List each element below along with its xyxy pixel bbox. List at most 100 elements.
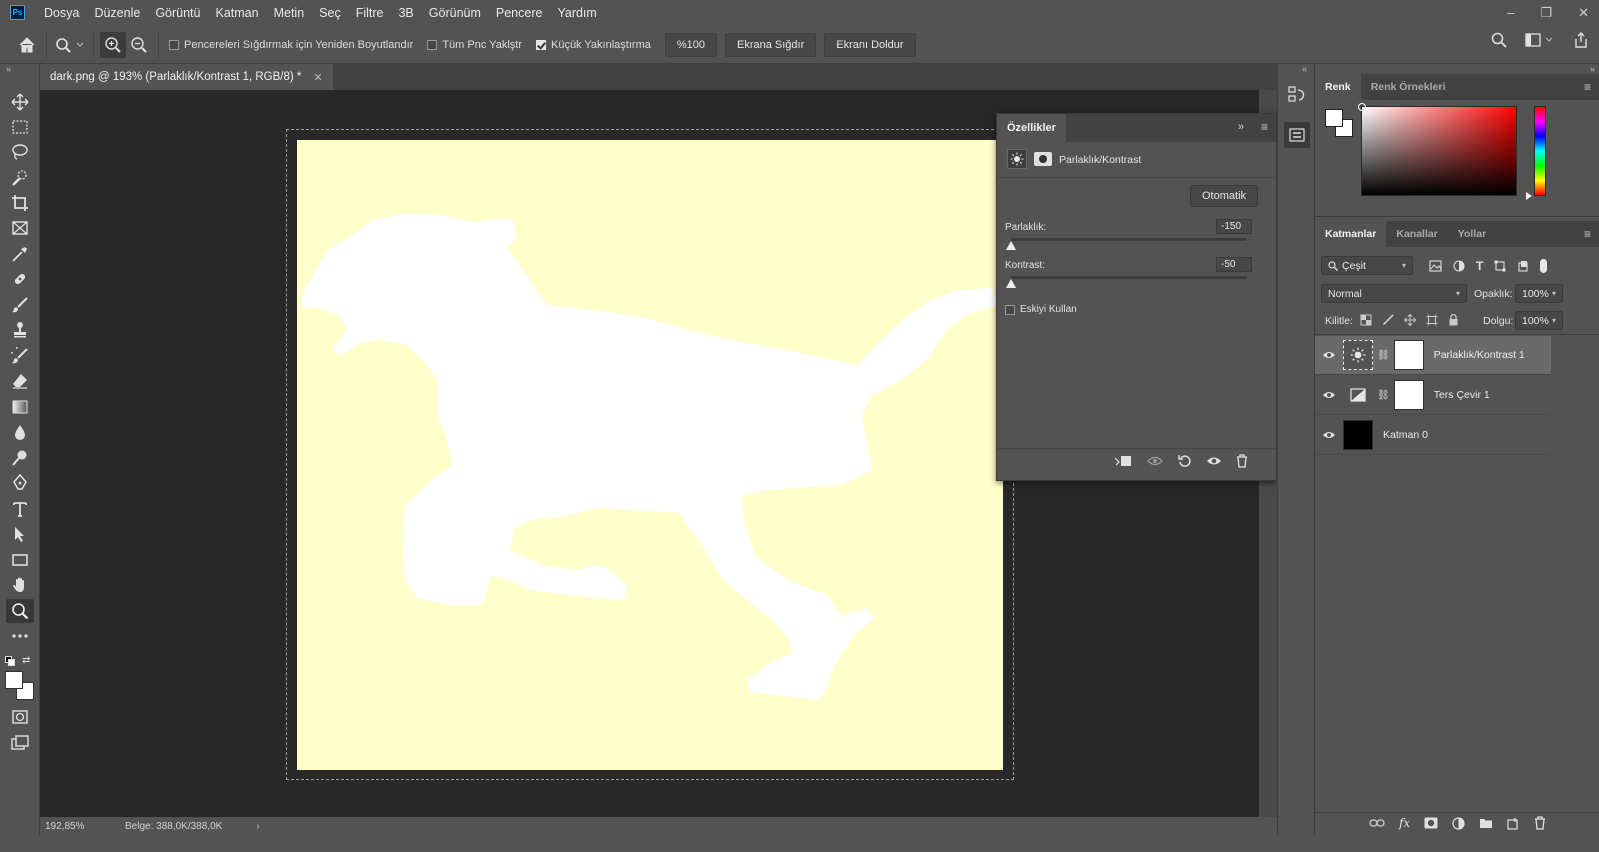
history-brush-tool-icon[interactable] bbox=[6, 344, 34, 368]
marquee-tool-icon[interactable] bbox=[6, 115, 34, 139]
hue-slider[interactable] bbox=[1534, 106, 1546, 196]
brightness-value-field[interactable]: -150 bbox=[1216, 219, 1252, 234]
frame-tool-icon[interactable] bbox=[6, 216, 34, 240]
eraser-tool-icon[interactable] bbox=[6, 369, 34, 393]
dodge-tool-icon[interactable] bbox=[6, 446, 34, 470]
tab-layers[interactable]: Katmanlar bbox=[1315, 221, 1387, 247]
eye-icon[interactable] bbox=[1315, 430, 1343, 440]
workspace-icon[interactable] bbox=[1525, 33, 1555, 47]
contrast-value-field[interactable]: -50 bbox=[1216, 257, 1252, 272]
checkbox-box[interactable] bbox=[427, 39, 438, 50]
smart-object-filter-icon[interactable] bbox=[1517, 260, 1529, 272]
layer-row-layer-0[interactable]: Katman 0 bbox=[1315, 416, 1551, 455]
restore-icon[interactable]: ❐ bbox=[1540, 5, 1552, 21]
lock-all-icon[interactable] bbox=[1448, 314, 1459, 326]
hue-slider-marker[interactable] bbox=[1526, 192, 1532, 200]
collapse-toolbar-icon[interactable]: » bbox=[6, 64, 11, 74]
layer-name[interactable]: Parlaklık/Kontrast 1 bbox=[1434, 349, 1525, 361]
rectangle-tool-icon[interactable] bbox=[6, 548, 34, 572]
tab-swatches[interactable]: Renk Örnekleri bbox=[1361, 74, 1456, 100]
color-panel-fg-swatch[interactable] bbox=[1325, 109, 1343, 127]
chain-link-icon[interactable]: ⛓ bbox=[1377, 390, 1390, 401]
lock-image-pixels-icon[interactable] bbox=[1382, 314, 1394, 326]
menu-view[interactable]: Görünüm bbox=[429, 6, 481, 20]
layer-name[interactable]: Katman 0 bbox=[1383, 429, 1428, 441]
gradient-tool-icon[interactable] bbox=[6, 395, 34, 419]
tab-color[interactable]: Renk bbox=[1315, 74, 1361, 100]
history-panel-icon[interactable] bbox=[1287, 84, 1307, 104]
menu-3d[interactable]: 3B bbox=[398, 6, 413, 20]
screen-mode-icon[interactable] bbox=[6, 731, 34, 755]
pen-tool-icon[interactable] bbox=[6, 471, 34, 495]
swap-colors-icon[interactable]: ⇄ bbox=[22, 655, 30, 666]
menu-layer[interactable]: Katman bbox=[215, 6, 258, 20]
eyedropper-tool-icon[interactable] bbox=[6, 242, 34, 266]
zoom-100-button[interactable]: %100 bbox=[664, 32, 717, 57]
more-tools-icon[interactable] bbox=[6, 624, 34, 648]
panel-menu-icon[interactable]: ≡ bbox=[1261, 120, 1268, 134]
menu-window[interactable]: Pencere bbox=[496, 6, 543, 20]
lock-position-icon[interactable] bbox=[1404, 314, 1416, 326]
menu-filter[interactable]: Filtre bbox=[356, 6, 384, 20]
tab-paths[interactable]: Yollar bbox=[1448, 221, 1496, 247]
foreground-color-swatch[interactable] bbox=[5, 671, 23, 689]
healing-brush-tool-icon[interactable] bbox=[6, 267, 34, 291]
toggle-visibility-icon[interactable] bbox=[1206, 455, 1222, 467]
contrast-slider-track[interactable] bbox=[1011, 276, 1247, 279]
fill-screen-button[interactable]: Ekranı Doldur bbox=[824, 32, 916, 57]
menu-edit[interactable]: Düzenle bbox=[94, 6, 140, 20]
brush-tool-icon[interactable] bbox=[6, 293, 34, 317]
shape-layer-filter-icon[interactable] bbox=[1494, 260, 1506, 272]
scrubby-zoom-checkbox[interactable]: Küçük Yakınlaştırma bbox=[535, 39, 651, 51]
new-adjustment-layer-icon[interactable] bbox=[1452, 816, 1465, 830]
color-panel-menu-icon[interactable]: ≡ bbox=[1584, 80, 1591, 94]
minimize-icon[interactable]: – bbox=[1507, 5, 1514, 20]
properties-tab[interactable]: Özellikler bbox=[997, 114, 1066, 142]
color-field[interactable] bbox=[1358, 103, 1517, 196]
zoom-tool-preset-icon[interactable] bbox=[53, 32, 87, 58]
new-group-icon[interactable] bbox=[1479, 817, 1493, 829]
resize-windows-checkbox[interactable]: Pencereleri Sığdırmak için Yeniden Boyut… bbox=[169, 39, 413, 51]
lock-artboard-icon[interactable] bbox=[1426, 314, 1438, 326]
layer-mask-thumbnail[interactable] bbox=[1393, 380, 1424, 410]
tab-channels[interactable]: Kanallar bbox=[1386, 221, 1447, 247]
clip-to-layer-icon[interactable] bbox=[1114, 454, 1132, 468]
move-tool-icon[interactable] bbox=[6, 90, 34, 114]
blend-mode-dropdown[interactable]: Normal ▾ bbox=[1321, 284, 1467, 303]
lasso-tool-icon[interactable] bbox=[6, 140, 34, 164]
zoom-out-icon[interactable] bbox=[126, 32, 152, 58]
brightness-contrast-layer-icon[interactable] bbox=[1343, 340, 1373, 370]
checkbox-box[interactable] bbox=[1005, 304, 1015, 315]
use-legacy-checkbox[interactable]: Eskiyi Kullan bbox=[1005, 304, 1077, 315]
lock-transparent-pixels-icon[interactable] bbox=[1360, 314, 1372, 326]
fill-field[interactable]: 100% ▾ bbox=[1515, 311, 1563, 330]
layer-filter-dropdown[interactable]: Çeşit ▾ bbox=[1321, 256, 1413, 275]
layer-mask-thumbnail[interactable] bbox=[1393, 340, 1424, 370]
layer-row-invert[interactable]: ⛓ Ters Çevir 1 bbox=[1315, 376, 1551, 415]
close-window-icon[interactable]: ✕ bbox=[1578, 5, 1589, 21]
contrast-slider-thumb[interactable] bbox=[1006, 279, 1016, 288]
brightness-adjustment-icon[interactable] bbox=[1007, 149, 1027, 169]
adjustment-layer-filter-icon[interactable] bbox=[1453, 260, 1465, 272]
reset-icon[interactable] bbox=[1178, 454, 1192, 468]
clone-stamp-tool-icon[interactable] bbox=[6, 318, 34, 342]
opacity-field[interactable]: 100% ▾ bbox=[1515, 284, 1563, 303]
layer-effects-icon[interactable]: fx bbox=[1399, 816, 1410, 830]
eye-icon[interactable] bbox=[1315, 350, 1343, 360]
zoom-all-checkbox[interactable]: Tüm Pnc Yaklştr bbox=[427, 39, 522, 51]
path-selection-tool-icon[interactable] bbox=[6, 522, 34, 546]
view-previous-state-icon[interactable] bbox=[1146, 454, 1164, 468]
add-mask-icon[interactable] bbox=[1424, 817, 1438, 829]
quick-selection-tool-icon[interactable] bbox=[6, 166, 34, 190]
menu-image[interactable]: Görüntü bbox=[155, 6, 200, 20]
document-image[interactable] bbox=[297, 140, 1003, 770]
collapse-right-panels-icon[interactable]: » bbox=[1590, 64, 1595, 74]
properties-panel-icon[interactable] bbox=[1284, 122, 1310, 148]
zoom-tool-icon[interactable] bbox=[6, 599, 34, 623]
default-colors-icon[interactable] bbox=[5, 656, 15, 666]
layer-thumbnail[interactable] bbox=[1343, 420, 1373, 450]
menu-help[interactable]: Yardım bbox=[557, 6, 596, 20]
delete-layer-icon[interactable] bbox=[1534, 816, 1546, 830]
search-icon[interactable] bbox=[1491, 32, 1507, 48]
close-tab-icon[interactable]: ✕ bbox=[313, 71, 322, 84]
